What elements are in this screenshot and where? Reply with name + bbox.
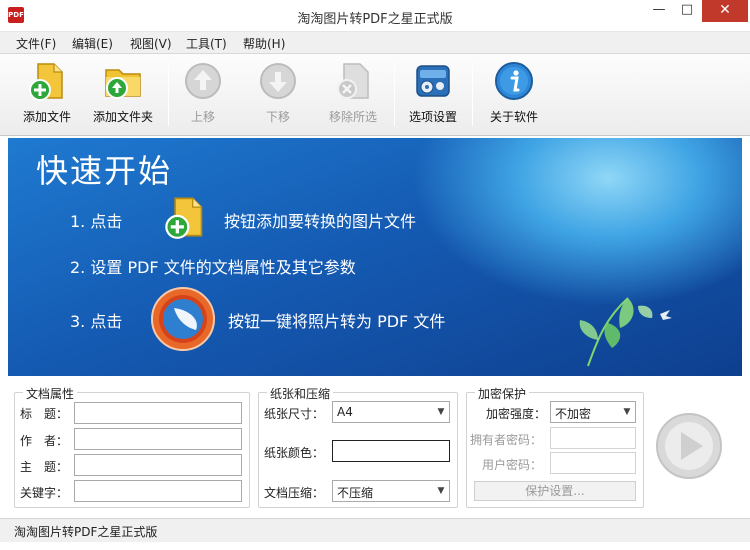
author-input[interactable] — [74, 428, 242, 450]
owner-password-label: 拥有者密码： — [470, 433, 543, 447]
window-title: 淘淘图片转PDF之星正式版 — [297, 12, 453, 27]
convert-button[interactable] — [655, 412, 723, 480]
menu-view[interactable]: 视图(V) — [130, 35, 172, 52]
decorative-leaves — [579, 297, 672, 367]
add-folder-label: 添加文件夹 — [92, 110, 153, 124]
paper-color-label: 纸张颜色： — [264, 446, 325, 460]
quick-start-banner: 快速开始 1. 点击 按钮添加要转换的图片文件 2. 设置 PDF 文件的文档属… — [8, 138, 742, 376]
encryption-strength-value: 不加密 — [555, 407, 592, 421]
step-2-text: 2. 设置 PDF 文件的文档属性及其它参数 — [70, 258, 356, 277]
quick-start-title: 快速开始 — [36, 152, 173, 190]
paper-size-label: 纸张尺寸： — [264, 407, 325, 421]
remove-selected-label: 移除所选 — [328, 110, 377, 124]
keywords-input[interactable] — [74, 480, 242, 502]
toolbar-separator — [472, 62, 473, 126]
menu-edit[interactable]: 编辑(E) — [72, 35, 113, 52]
compression-select[interactable]: 不压缩 ▼ — [332, 480, 450, 502]
toolbar-separator — [168, 62, 169, 126]
user-password-label: 用户密码： — [482, 458, 543, 472]
add-file-icon — [165, 197, 203, 239]
paper-color-swatch[interactable] — [332, 440, 450, 462]
add-file-label: 添加文件 — [22, 110, 71, 124]
arrow-down-icon — [260, 63, 296, 99]
subject-label: 主 题： — [20, 460, 69, 474]
user-password-input[interactable] — [550, 452, 636, 474]
arrow-up-icon — [185, 63, 221, 99]
remove-selected-button[interactable]: 移除所选 — [320, 60, 386, 132]
document-properties-title: 文档属性 — [23, 385, 78, 402]
menu-help[interactable]: 帮助(H) — [243, 35, 285, 52]
step-1-text: 按钮添加要转换的图片文件 — [224, 212, 417, 231]
options-label: 选项设置 — [408, 110, 457, 124]
encryption-strength-select[interactable]: 不加密 ▼ — [550, 401, 636, 423]
add-folder-button[interactable]: 添加文件夹 — [86, 60, 160, 132]
move-down-label: 下移 — [265, 110, 290, 124]
toolbar-separator — [394, 62, 395, 126]
compression-label: 文档压缩： — [264, 486, 325, 500]
status-bar: 淘淘图片转PDF之星正式版 — [0, 518, 750, 542]
title-label: 标 题： — [20, 407, 69, 421]
options-button[interactable]: 选项设置 — [402, 60, 464, 132]
paper-size-select[interactable]: A4 ▼ — [332, 401, 450, 423]
move-up-button[interactable]: 上移 — [176, 60, 230, 132]
menu-file[interactable]: 文件(F) — [16, 35, 56, 52]
owner-password-input[interactable] — [550, 427, 636, 449]
status-text: 淘淘图片转PDF之星正式版 — [14, 525, 158, 539]
menu-bar: 文件(F) 编辑(E) 视图(V) 工具(T) 帮助(H) — [0, 32, 750, 54]
about-label: 关于软件 — [489, 110, 538, 124]
menu-tools[interactable]: 工具(T) — [186, 35, 227, 52]
minimize-button[interactable]: — — [645, 0, 673, 22]
settings-icon — [416, 65, 450, 97]
keywords-label: 关键字： — [20, 486, 69, 500]
paper-size-value: A4 — [337, 405, 353, 419]
encryption-strength-label: 加密强度： — [486, 407, 547, 421]
paper-compression-title: 纸张和压缩 — [267, 385, 334, 402]
encryption-title: 加密保护 — [475, 385, 530, 402]
step-3-text: 按钮一键将照片转为 PDF 文件 — [228, 312, 446, 331]
subject-input[interactable] — [74, 454, 242, 476]
step-1-prefix: 1. 点击 — [70, 212, 123, 231]
author-label: 作 者： — [20, 434, 69, 448]
add-folder-icon — [105, 69, 141, 99]
chevron-down-icon: ▼ — [437, 486, 445, 496]
move-down-button[interactable]: 下移 — [251, 60, 305, 132]
chevron-down-icon: ▼ — [623, 407, 631, 417]
protect-settings-button[interactable]: 保护设置... — [474, 481, 636, 501]
toolbar: 添加文件 添加文件夹 上移 下移 移除所选 选项设置 关于软件 — [0, 54, 750, 136]
remove-icon — [337, 63, 369, 99]
title-bar: PDF 淘淘图片转PDF之星正式版 — □ ✕ — [0, 0, 750, 32]
title-input[interactable] — [74, 402, 242, 424]
close-button[interactable]: ✕ — [702, 0, 748, 22]
move-up-label: 上移 — [190, 110, 215, 124]
about-button[interactable]: 关于软件 — [484, 60, 544, 132]
add-file-button[interactable]: 添加文件 — [16, 60, 78, 132]
maximize-button[interactable]: □ — [673, 0, 701, 22]
info-icon — [495, 62, 533, 100]
convert-play-icon — [151, 287, 215, 351]
step-3-prefix: 3. 点击 — [70, 312, 123, 331]
chevron-down-icon: ▼ — [437, 407, 445, 417]
compression-value: 不压缩 — [337, 486, 374, 500]
add-file-icon — [29, 63, 63, 101]
